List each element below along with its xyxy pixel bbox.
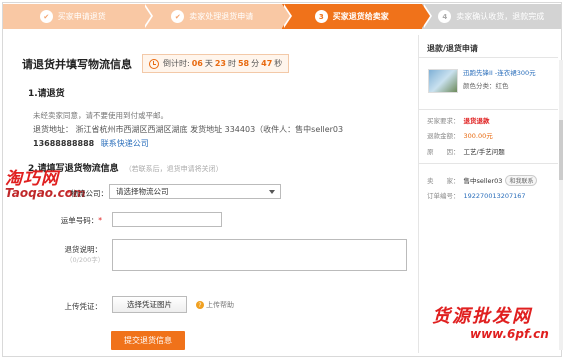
logistics-company-select[interactable]: 请选择物流公司 <box>109 184 281 199</box>
section-return-heading: 1.请退货 <box>28 89 65 99</box>
kv-key: 卖 家： <box>427 177 460 185</box>
kv-buyer-request: 买家要求： 退货退款 <box>427 115 490 125</box>
scrollbar-thumb[interactable] <box>559 120 563 180</box>
kv-reason: 原 因： 工艺/手艺问题 <box>427 146 505 156</box>
logistics-select-value: 请选择物流公司 <box>116 187 169 196</box>
countdown-unit: 秒 <box>274 59 283 68</box>
countdown-hours: 23 <box>214 59 226 68</box>
title-row: 请退货并填写物流信息 倒计时: 06 天 23 时 58 分 47 秒 <box>22 54 290 73</box>
seller-phone: 13688888888 <box>33 139 95 148</box>
order-number-link[interactable]: 192270013207167 <box>464 192 526 200</box>
logistics-label: *物流公司： <box>66 189 108 198</box>
kv-key: 退款金额： <box>427 132 460 140</box>
contact-courier-link[interactable]: 联系快递公司 <box>101 139 149 148</box>
submit-return-button[interactable]: 提交退货信息 <box>111 331 185 350</box>
countdown-unit: 分 <box>251 59 260 68</box>
kv-refund-amount: 退款金额： 300.00元 <box>427 130 493 140</box>
step-2: ✔ 卖家处理退货申请 <box>142 4 292 29</box>
upload-help-text: 上传帮助 <box>206 301 234 309</box>
return-notice: 未经卖家同意，请不要使用到付或平邮。 <box>33 111 168 120</box>
countdown-minutes: 58 <box>237 59 250 68</box>
countdown-timer: 倒计时: 06 天 23 时 58 分 47 秒 <box>142 54 290 73</box>
step-label: 买家申请退货 <box>57 12 106 21</box>
return-address: 退货地址： 浙江省杭州市西湖区西湖区湖底 发货地址 334403（收件人：售中s… <box>33 125 344 134</box>
product-name-link[interactable]: 迅跑先锋II -连衣裙300元 <box>463 69 555 78</box>
chevron-down-icon <box>269 190 275 194</box>
step-label: 卖家处理退货申请 <box>189 12 254 21</box>
kv-key: 原 因： <box>427 148 460 156</box>
kv-order-number: 订单编号： 192270013207167 <box>427 190 526 200</box>
section-logistics-hint: （若联系后，退货申请将关闭） <box>124 165 223 173</box>
upload-label: 上传凭证： <box>64 302 103 311</box>
check-icon: ✔ <box>39 10 53 23</box>
kv-key: 订单编号： <box>427 192 460 200</box>
countdown-days: 06 <box>191 59 203 68</box>
scrollbar-track[interactable] <box>559 60 563 350</box>
note-char-count: （0/200字） <box>66 256 105 264</box>
kv-value: 售中seller03 <box>463 177 503 185</box>
step-3: 3 买家退货给卖家 <box>282 4 432 29</box>
step-number: 3 <box>314 10 328 23</box>
countdown-prefix: 倒计时: <box>163 59 190 68</box>
check-icon: ✔ <box>171 10 185 23</box>
kv-seller: 卖 家： 售中seller03 和我联系 <box>427 175 538 186</box>
panel-title: 退款/退货申请 <box>427 44 478 53</box>
help-icon: ? <box>196 301 204 309</box>
step-label: 卖家确认收货，退款完成 <box>456 12 545 21</box>
chat-seller-button[interactable]: 和我联系 <box>505 175 538 186</box>
kv-value: 300.00元 <box>463 132 493 140</box>
product-color: 颜色分类：红色 <box>463 82 509 90</box>
step-label: 买家退货给卖家 <box>332 12 389 21</box>
tracking-label: 运单号码：* <box>60 216 102 225</box>
countdown-unit: 天 <box>204 59 213 68</box>
product-thumbnail[interactable] <box>428 69 458 93</box>
brand-watermark: 货源批发网 <box>432 306 532 327</box>
tracking-number-input[interactable] <box>112 212 222 227</box>
step-1: ✔ 买家申请退货 <box>3 4 153 29</box>
step-number: 4 <box>438 10 452 23</box>
brand-url-watermark: www.6pf.cn <box>470 327 549 341</box>
kv-value: 退货退款 <box>463 117 490 125</box>
countdown-unit: 时 <box>227 59 236 68</box>
upload-proof-button[interactable]: 选择凭证图片 <box>112 296 187 313</box>
upload-help-link[interactable]: ? 上传帮助 <box>196 300 234 310</box>
return-note-textarea[interactable] <box>112 239 407 271</box>
countdown-seconds: 47 <box>261 59 273 68</box>
kv-key: 买家要求： <box>427 117 460 125</box>
page-title: 请退货并填写物流信息 <box>22 57 132 71</box>
return-contact-row: 13688888888 联系快递公司 <box>33 138 149 149</box>
kv-value: 工艺/手艺问题 <box>463 148 505 156</box>
step-4: 4 卖家确认收货，退款完成 <box>421 4 561 29</box>
progress-steps: ✔ 买家申请退货 ✔ 卖家处理退货申请 3 买家退货给卖家 4 卖家确认收货，退… <box>3 4 561 29</box>
clock-icon <box>149 58 159 69</box>
